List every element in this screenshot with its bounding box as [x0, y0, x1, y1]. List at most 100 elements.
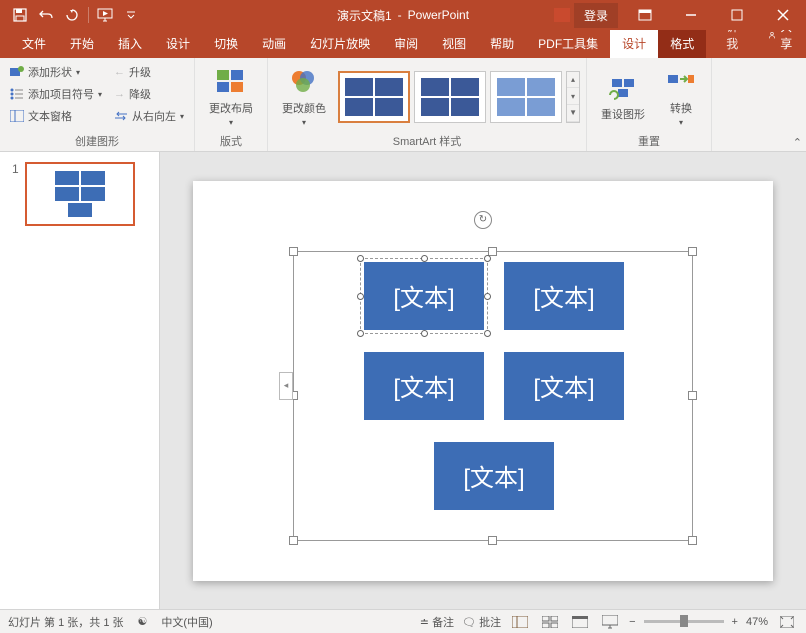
tab-home[interactable]: 开始: [58, 29, 106, 58]
gallery-more-button[interactable]: ▴▾▼: [566, 71, 580, 123]
notes-button[interactable]: ≐ 备注: [420, 614, 454, 630]
shape-selection[interactable]: [360, 258, 488, 334]
bullet-icon: [10, 88, 24, 100]
convert-button[interactable]: 转换 ▾: [657, 62, 705, 131]
collapse-ribbon-button[interactable]: ⌃: [793, 136, 802, 149]
reading-view-button[interactable]: [569, 613, 591, 631]
undo-button[interactable]: [34, 3, 58, 27]
style-item-2[interactable]: [414, 71, 486, 123]
smartart-selection-frame[interactable]: ◂ [文本] [文本] [文本] [文本] [文本]: [293, 251, 693, 541]
statusbar: 幻灯片 第 1 张，共 1 张 ☯ 中文(中国) ≐ 备注 🗨 批注 − + 4…: [0, 609, 806, 633]
add-shape-button[interactable]: 添加形状▾: [6, 62, 106, 82]
tab-transitions[interactable]: 切换: [202, 29, 250, 58]
layout-icon: [215, 66, 247, 98]
quick-access-toolbar: [0, 3, 143, 27]
convert-icon: [665, 66, 697, 98]
add-shape-icon: [10, 66, 24, 78]
group-label: SmartArt 样式: [274, 131, 580, 149]
tab-insert[interactable]: 插入: [106, 29, 154, 58]
demote-button: →降级: [110, 84, 188, 104]
redo-button[interactable]: [60, 3, 84, 27]
minimize-button[interactable]: [668, 0, 714, 30]
smartart-shape[interactable]: [文本]: [504, 262, 624, 330]
language-indicator[interactable]: 中文(中国): [161, 614, 212, 630]
slide-number: 1: [12, 162, 19, 226]
qat-customize-button[interactable]: [119, 3, 143, 27]
reset-graphic-button[interactable]: 重设图形: [593, 62, 653, 131]
ribbon-tabs: 文件 开始 插入 设计 切换 动画 幻灯片放映 审阅 视图 帮助 PDF工具集 …: [0, 30, 806, 58]
style-item-3[interactable]: [490, 71, 562, 123]
group-label: 版式: [201, 131, 261, 149]
promote-button: ←升级: [110, 62, 188, 82]
tab-smartart-design[interactable]: 设计: [610, 29, 658, 58]
tab-slideshow[interactable]: 幻灯片放映: [298, 29, 382, 58]
comments-button[interactable]: 🗨 批注: [462, 614, 501, 630]
rtl-button[interactable]: 从右向左▾: [110, 106, 188, 126]
text-pane-button[interactable]: 文本窗格: [6, 106, 106, 126]
style-gallery: ▴▾▼: [338, 62, 580, 131]
colors-icon: [288, 66, 320, 98]
resize-handle[interactable]: [688, 391, 697, 400]
app-name: PowerPoint: [408, 8, 469, 22]
normal-view-button[interactable]: [509, 613, 531, 631]
group-create-shape: 添加形状▾ 添加项目符号▾ 文本窗格 ←升级 →降级 从右向左▾ 创建图形: [0, 58, 195, 151]
change-layout-button[interactable]: 更改布局 ▾: [201, 62, 261, 131]
add-bullet-button[interactable]: 添加项目符号▾: [6, 84, 106, 104]
tab-help[interactable]: 帮助: [478, 29, 526, 58]
tab-design[interactable]: 设计: [154, 29, 202, 58]
tab-format[interactable]: 格式: [658, 29, 706, 58]
slide-counter[interactable]: 幻灯片 第 1 张，共 1 张: [8, 614, 124, 630]
login-button[interactable]: 登录: [574, 3, 618, 28]
tab-review[interactable]: 审阅: [382, 29, 430, 58]
resize-handle[interactable]: [688, 247, 697, 256]
style-item-1[interactable]: [338, 71, 410, 123]
smartart-shape[interactable]: [文本]: [434, 442, 554, 510]
zoom-out-button[interactable]: −: [629, 616, 635, 628]
reset-icon: [607, 72, 639, 104]
group-label: 创建图形: [6, 131, 188, 149]
zoom-level[interactable]: 47%: [746, 616, 768, 628]
window-title: 演示文稿1 - PowerPoint: [337, 7, 469, 24]
resize-handle[interactable]: [488, 536, 497, 545]
account-indicator-icon: [554, 8, 570, 22]
save-button[interactable]: [8, 3, 32, 27]
resize-handle[interactable]: [289, 536, 298, 545]
resize-handle[interactable]: [488, 247, 497, 256]
slide-canvas[interactable]: ↻ ◂ [文本] [文本] [文本] [文本: [193, 181, 773, 581]
document-name: 演示文稿1: [337, 7, 392, 24]
zoom-in-button[interactable]: +: [732, 616, 738, 628]
resize-handle[interactable]: [688, 536, 697, 545]
smartart-shape[interactable]: [文本]: [504, 352, 624, 420]
tab-animations[interactable]: 动画: [250, 29, 298, 58]
ribbon-display-button[interactable]: [622, 0, 668, 30]
close-button[interactable]: [760, 0, 806, 30]
maximize-button[interactable]: [714, 0, 760, 30]
slideshow-start-button[interactable]: [93, 3, 117, 27]
text-pane-toggle[interactable]: ◂: [279, 372, 293, 400]
smartart-shape[interactable]: [文本]: [364, 352, 484, 420]
text-pane-icon: [10, 110, 24, 122]
zoom-slider[interactable]: [644, 620, 724, 623]
tab-view[interactable]: 视图: [430, 29, 478, 58]
group-layouts: 更改布局 ▾ 版式: [195, 58, 268, 151]
rotation-handle[interactable]: ↻: [474, 211, 492, 229]
group-reset: 重设图形 转换 ▾ 重置: [587, 58, 712, 151]
slide-thumbnails-panel[interactable]: 1: [0, 152, 160, 609]
tab-pdf[interactable]: PDF工具集: [526, 29, 610, 58]
ribbon: 添加形状▾ 添加项目符号▾ 文本窗格 ←升级 →降级 从右向左▾ 创建图形 更改…: [0, 58, 806, 152]
slide-thumbnail-1[interactable]: [25, 162, 135, 226]
slideshow-view-button[interactable]: [599, 613, 621, 631]
group-smartart-styles: 更改颜色 ▾ ▴▾▼ SmartArt 样式: [268, 58, 587, 151]
slide-editor[interactable]: ↻ ◂ [文本] [文本] [文本] [文本: [160, 152, 806, 609]
resize-handle[interactable]: [289, 247, 298, 256]
group-label: 重置: [593, 131, 705, 149]
share-icon: [768, 29, 776, 41]
fit-to-window-button[interactable]: [776, 613, 798, 631]
sorter-view-button[interactable]: [539, 613, 561, 631]
spell-check-icon[interactable]: ☯: [138, 615, 148, 628]
rtl-icon: [114, 111, 128, 121]
workspace: 1 ↻ ◂ [文本: [0, 152, 806, 609]
tab-file[interactable]: 文件: [10, 29, 58, 58]
change-colors-button[interactable]: 更改颜色 ▾: [274, 62, 334, 131]
titlebar: 演示文稿1 - PowerPoint 登录: [0, 0, 806, 30]
